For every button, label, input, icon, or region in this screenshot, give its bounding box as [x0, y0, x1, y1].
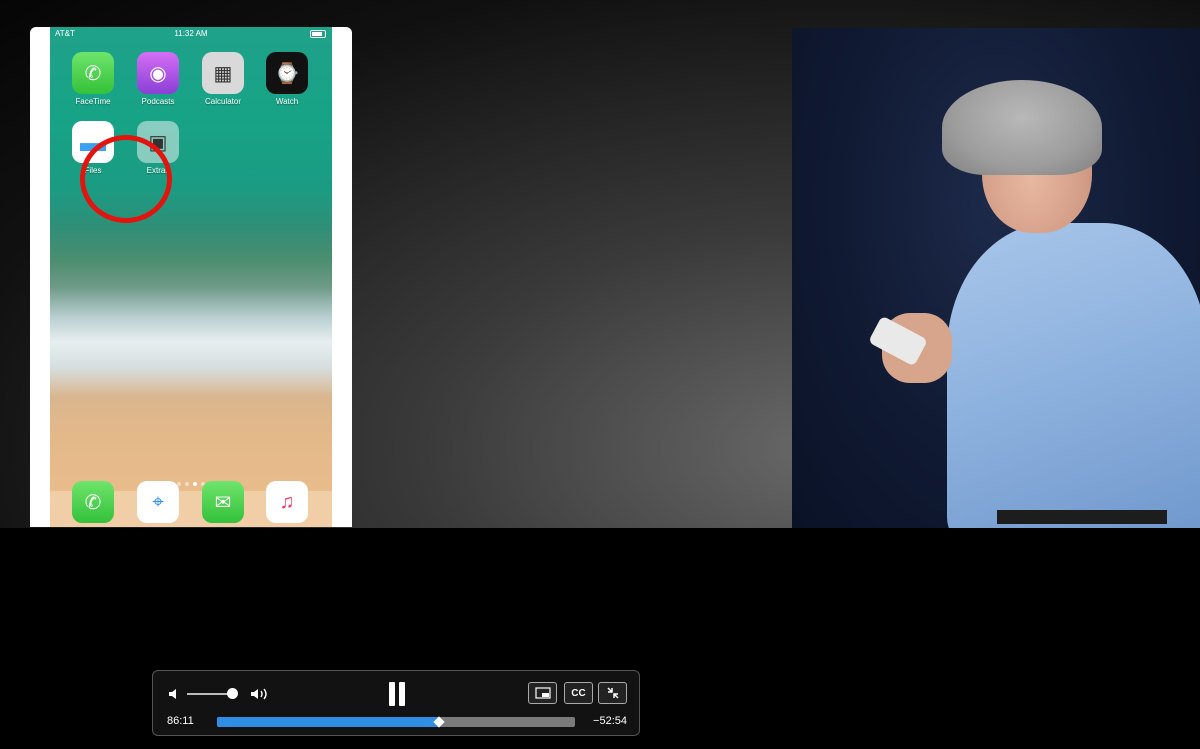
exit-fullscreen-button[interactable] [598, 682, 627, 704]
messages-icon: ✉ [202, 481, 244, 523]
files-highlight-circle [80, 135, 172, 223]
media-controls: CC 86:11 −52:54 [152, 670, 640, 736]
phone-icon: ✆ [72, 481, 114, 523]
dock-messages[interactable]: ✉ [198, 481, 248, 523]
volume-low-icon[interactable] [167, 686, 183, 702]
phone-screen: AT&T 11:32 AM ✆ FaceTime ◉ Podcasts ▦ Ca… [50, 27, 332, 527]
presenter-hair [942, 80, 1102, 175]
dock-phone[interactable]: ✆ [68, 481, 118, 523]
status-bar: AT&T 11:32 AM [50, 27, 332, 41]
app-label: FaceTime [75, 97, 111, 106]
app-label: Watch [275, 97, 299, 106]
dock-music[interactable]: ♫ [262, 481, 312, 523]
dock: ✆ ⌖ ✉ ♫ [50, 481, 332, 527]
facetime-icon: ✆ [72, 52, 114, 94]
progress-bar[interactable] [217, 716, 575, 728]
exit-fullscreen-icon [606, 687, 619, 699]
music-icon: ♫ [266, 481, 308, 523]
volume-high-icon[interactable] [249, 686, 271, 702]
pause-button[interactable] [385, 681, 409, 707]
elapsed-time: 86:11 [167, 715, 194, 727]
battery-icon [310, 30, 326, 38]
phone-mirror: AT&T 11:32 AM ✆ FaceTime ◉ Podcasts ▦ Ca… [30, 27, 352, 527]
pause-icon [389, 682, 395, 706]
app-label: Calculator [204, 97, 241, 106]
picture-in-picture-button[interactable] [528, 682, 557, 704]
progress-fill [217, 717, 439, 727]
presenter-belt [997, 510, 1167, 524]
safari-icon: ⌖ [137, 481, 179, 523]
status-time: 11:32 AM [174, 29, 208, 38]
calculator-icon: ▦ [202, 52, 244, 94]
app-facetime[interactable]: ✆ FaceTime [68, 52, 118, 106]
app-watch[interactable]: ⌚ Watch [262, 52, 312, 106]
app-calculator[interactable]: ▦ Calculator [198, 52, 248, 106]
podcasts-icon: ◉ [137, 52, 179, 94]
presenter-video [792, 28, 1200, 528]
app-podcasts[interactable]: ◉ Podcasts [133, 52, 183, 106]
closed-captions-button[interactable]: CC [564, 682, 593, 704]
remaining-time: −52:54 [593, 715, 627, 727]
dock-safari[interactable]: ⌖ [133, 481, 183, 523]
app-label: Podcasts [141, 97, 175, 106]
presenter-shirt [947, 223, 1200, 528]
pip-icon [534, 687, 551, 699]
volume-knob[interactable] [227, 688, 238, 699]
watch-icon: ⌚ [266, 52, 308, 94]
